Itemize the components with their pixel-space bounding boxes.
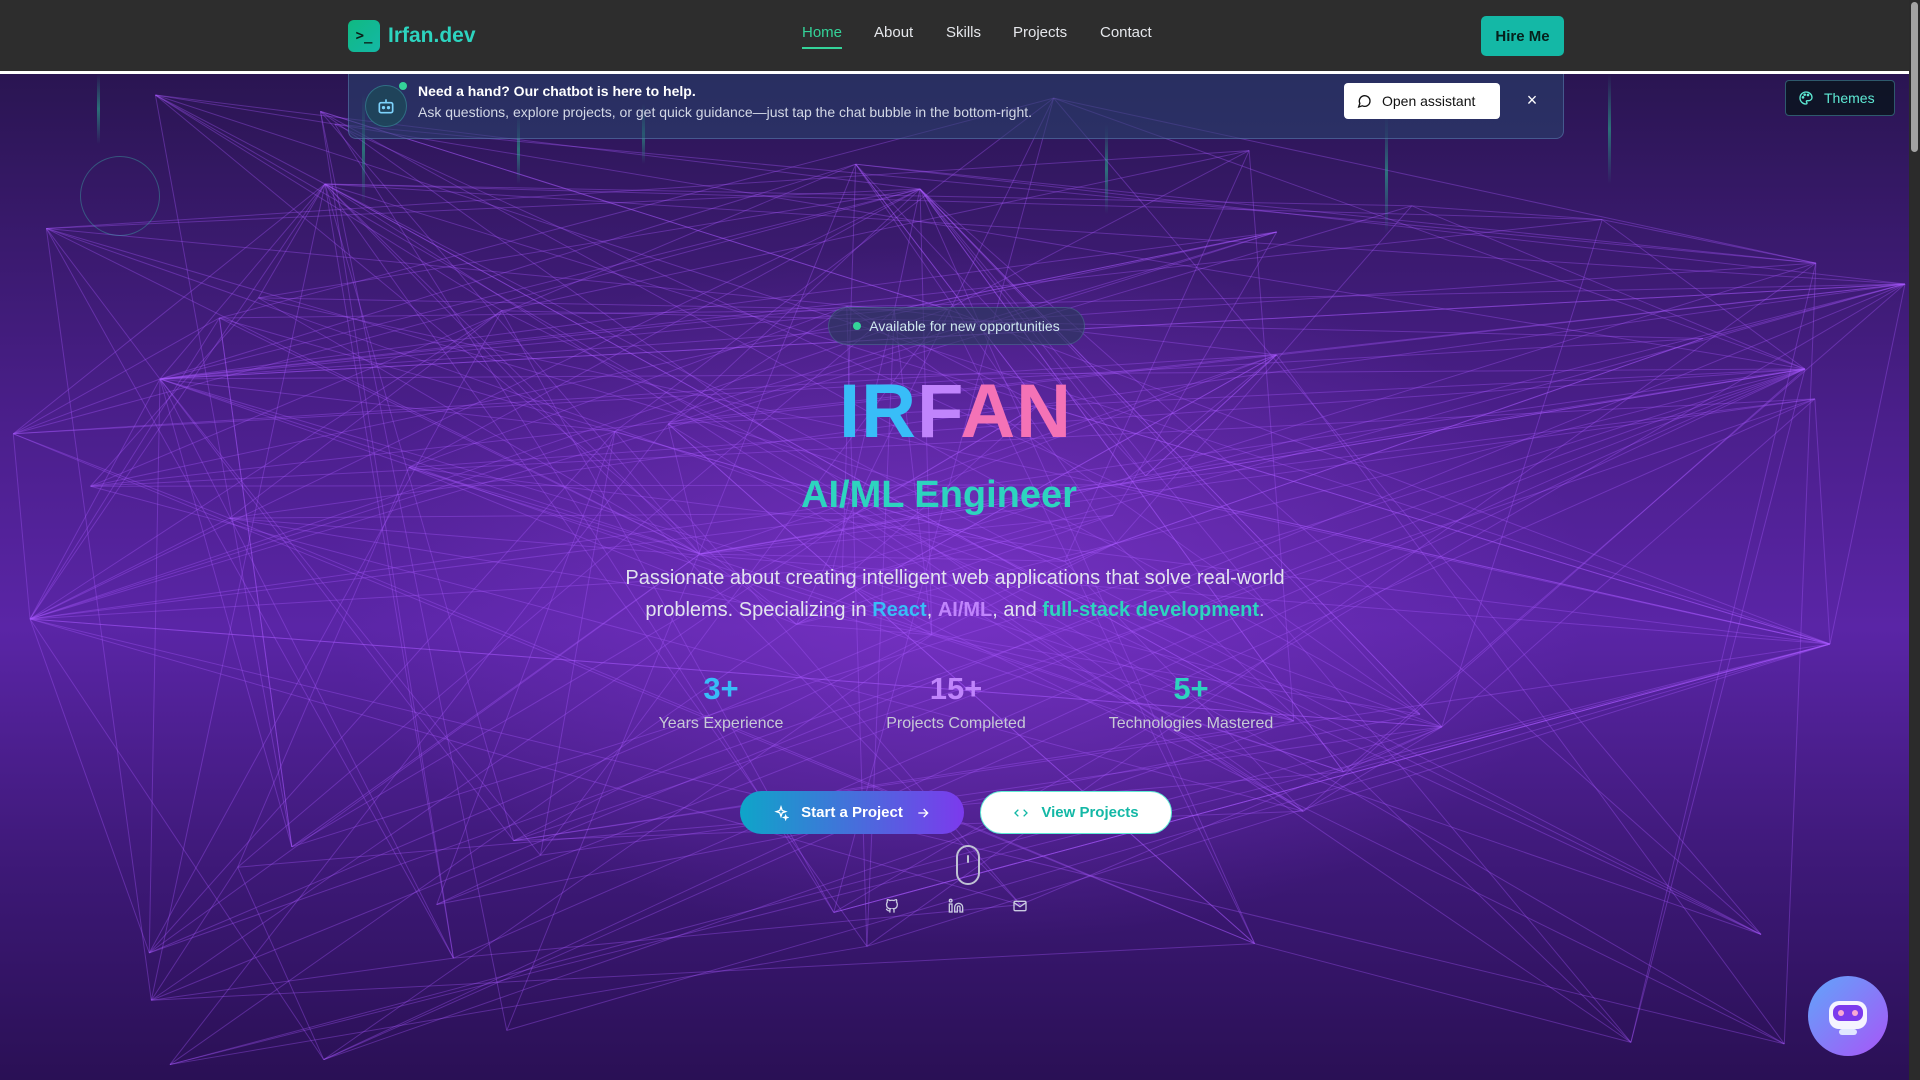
palette-icon [1799,91,1813,105]
matrix-rain [1608,74,1611,184]
top-navbar: >_ Irfan.dev Home About Skills Projects … [0,0,1920,74]
scroll-indicator [956,845,980,885]
github-icon[interactable] [882,896,902,916]
highlight-ai-ml: AI/ML [937,599,993,621]
nav-skills[interactable]: Skills [946,24,981,41]
linkedin-icon[interactable] [946,896,966,916]
code-icon [1014,808,1029,817]
stat-label: Technologies Mastered [1108,715,1274,732]
stat-label: Projects Completed [886,715,1026,732]
desc-text: . [1259,599,1265,621]
decorative-ring [80,156,160,236]
hero-name-part: IR [838,369,917,454]
hire-me-button[interactable]: Hire Me [1481,16,1564,56]
themes-button[interactable]: Themes [1785,80,1895,116]
availability-badge: Available for new opportunities [828,307,1085,345]
hero-role: AI/ML Engineer [801,474,1077,516]
stat-technologies: 5+ Technologies Mastered [1081,671,1301,733]
stat-value: 5+ [1173,671,1209,706]
stat-value: 15+ [929,671,983,706]
desc-text: , and [992,599,1043,621]
message-icon [1357,95,1371,109]
bot-avatar [365,85,407,127]
availability-text: Available for new opportunities [869,318,1060,334]
nav-home[interactable]: Home [802,24,843,49]
stat-years: 3+ Years Experience [611,671,831,733]
hero-name-part: F [916,369,961,454]
nav-contact[interactable]: Contact [1100,24,1152,41]
banner-title: Need a hand? Our chatbot is here to help… [418,83,696,99]
start-project-label: Start a Project [801,804,903,821]
view-projects-button[interactable]: View Projects [980,791,1172,834]
page-scrollbar[interactable] [1909,0,1920,1080]
hero-name: IRFAN [0,368,1911,455]
chat-bubble-button[interactable] [1808,976,1888,1056]
robot-face-icon [1829,1001,1867,1035]
themes-label: Themes [1824,90,1875,106]
desc-text: , [926,599,938,621]
stat-projects: 15+ Projects Completed [846,671,1066,733]
stat-label: Years Experience [658,715,784,732]
hero-name-part: AN [960,369,1072,454]
hero-description: Passionate about creating intelligent we… [590,562,1320,626]
banner-subtitle: Ask questions, explore projects, or get … [418,104,1033,120]
matrix-rain [97,74,100,144]
main-nav: Home About Skills Projects Contact [0,0,1920,72]
sparkles-icon [774,804,790,821]
chatbot-banner: Need a hand? Our chatbot is here to help… [348,74,1564,139]
status-dot [853,322,862,330]
view-projects-label: View Projects [1041,804,1139,821]
highlight-react: React [872,599,927,621]
robot-icon [378,99,394,114]
scrollbar-thumb[interactable] [1911,2,1918,152]
arrow-right-icon [918,808,929,817]
mail-icon[interactable] [1010,896,1030,916]
open-assistant-label: Open assistant [1382,93,1476,109]
open-assistant-button[interactable]: Open assistant [1344,83,1500,119]
stat-value: 3+ [703,671,739,706]
nav-about[interactable]: About [874,24,913,41]
online-dot [399,82,407,90]
start-project-button[interactable]: Start a Project [740,791,964,834]
highlight-full-stack: full-stack development [1042,599,1260,621]
close-icon[interactable]: × [1520,88,1544,112]
nav-projects[interactable]: Projects [1013,24,1067,41]
